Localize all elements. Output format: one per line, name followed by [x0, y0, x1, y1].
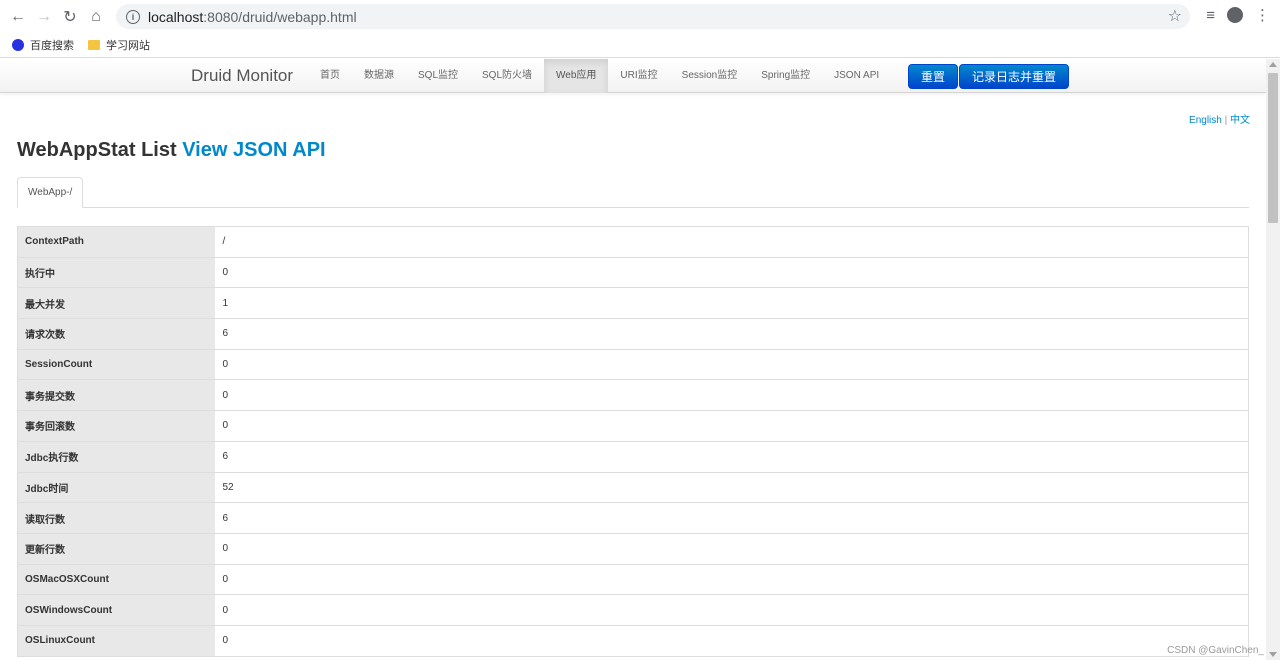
- lang-english-link[interactable]: English: [1189, 115, 1222, 126]
- nav-item[interactable]: Spring监控: [749, 59, 822, 93]
- nav-item[interactable]: Session监控: [670, 59, 750, 93]
- view-json-api-link[interactable]: View JSON API: [182, 139, 325, 161]
- stat-key: 更新行数: [17, 532, 215, 565]
- stat-value: 6: [214, 440, 1249, 472]
- nav-item[interactable]: Web应用: [544, 59, 609, 93]
- site-info-icon[interactable]: i: [126, 9, 140, 24]
- stat-key: OSMacOSXCount: [17, 563, 215, 595]
- tab-webapp-root[interactable]: WebApp-/: [17, 177, 84, 208]
- bookmark-star-icon[interactable]: ☆: [1168, 6, 1182, 26]
- stat-key: OSWindowsCount: [17, 594, 215, 626]
- stat-key: 事务提交数: [17, 379, 215, 411]
- nav-item[interactable]: 首页: [308, 59, 352, 93]
- folder-icon: [88, 40, 100, 50]
- home-icon[interactable]: ⌂: [83, 4, 109, 30]
- table-row: 事务回滚数 0: [17, 410, 1249, 442]
- scroll-thumb[interactable]: [1268, 73, 1278, 223]
- table-row: 执行中 0: [17, 256, 1249, 288]
- table-row: 读取行数 6: [17, 502, 1249, 534]
- forward-arrow-icon[interactable]: →: [31, 4, 57, 30]
- language-switcher: English | 中文: [1189, 111, 1250, 126]
- stat-key: OSLinuxCount: [17, 624, 215, 657]
- stat-key: 请求次数: [17, 318, 215, 350]
- table-row: OSMacOSXCount 0: [17, 563, 1249, 595]
- stat-key: SessionCount: [17, 348, 215, 380]
- webapp-stat-table: ContextPath / 执行中 0 最大并发 1 请求次数 6 SessionCount 0 事…: [17, 226, 1249, 657]
- stat-value: 52: [214, 471, 1249, 503]
- stat-key: Jdbc时间: [17, 471, 215, 503]
- log-and-reset-button[interactable]: 记录日志并重置: [959, 64, 1070, 89]
- stat-value: 0: [214, 256, 1249, 288]
- bookmarks-bar: 百度搜索 学习网站: [0, 33, 1280, 58]
- bookmark-study[interactable]: 学习网站: [88, 37, 150, 53]
- lang-chinese-link[interactable]: 中文: [1230, 115, 1250, 126]
- lang-separator: |: [1221, 115, 1230, 126]
- reading-list-icon[interactable]: ≡: [1206, 7, 1215, 24]
- table-row: 更新行数 0: [17, 532, 1249, 565]
- stat-value: 0: [214, 410, 1249, 442]
- nav-item[interactable]: JSON API: [822, 59, 891, 93]
- scroll-up-arrow-icon[interactable]: [1269, 62, 1277, 67]
- stat-value: 0: [214, 563, 1249, 595]
- table-row: Jdbc执行数 6: [17, 440, 1249, 472]
- watermark: CSDN @GavinChen_: [1167, 645, 1264, 656]
- nav-item[interactable]: 数据源: [352, 59, 406, 93]
- page-scrollbar[interactable]: [1266, 59, 1280, 660]
- profile-avatar-icon[interactable]: [1227, 7, 1243, 23]
- scroll-down-arrow-icon[interactable]: [1269, 652, 1277, 657]
- table-row: ContextPath /: [17, 226, 1249, 258]
- stat-value: 1: [214, 287, 1249, 319]
- stat-key: 最大并发: [17, 287, 215, 319]
- browser-toolbar: ← → ↻ ⌂ i localhost:8080/druid/webapp.ht…: [0, 0, 1280, 33]
- stat-value: 6: [214, 502, 1249, 534]
- bookmark-baidu[interactable]: 百度搜索: [12, 37, 74, 53]
- reload-icon[interactable]: ↻: [57, 4, 83, 30]
- stat-value: 0: [214, 624, 1249, 657]
- page-viewport: Druid Monitor 首页 数据源 SQL监控 SQL防火墙 Web应用 URI监控…: [0, 59, 1266, 660]
- table-row: 事务提交数 0: [17, 379, 1249, 411]
- stat-key: 读取行数: [17, 502, 215, 534]
- stat-value: 6: [214, 318, 1249, 350]
- druid-navbar: Druid Monitor 首页 数据源 SQL监控 SQL防火墙 Web应用 URI监控…: [0, 59, 1266, 93]
- table-row: 请求次数 6: [17, 318, 1249, 350]
- reset-button[interactable]: 重置: [908, 64, 959, 89]
- table-row: OSLinuxCount 0: [17, 624, 1249, 657]
- stat-value: 0: [214, 594, 1249, 626]
- nav-menu: 首页 数据源 SQL监控 SQL防火墙 Web应用 URI监控 Session监控 Sprin…: [308, 59, 891, 93]
- address-bar[interactable]: i localhost:8080/druid/webapp.html ☆: [116, 4, 1190, 29]
- menu-kebab-icon[interactable]: ⋮: [1255, 6, 1270, 24]
- stat-key: ContextPath: [17, 226, 215, 258]
- url-text: localhost:8080/druid/webapp.html: [148, 8, 357, 25]
- table-row: Jdbc时间 52: [17, 471, 1249, 503]
- brand-title[interactable]: Druid Monitor: [191, 66, 293, 86]
- stat-value: 0: [214, 532, 1249, 565]
- baidu-paw-icon: [12, 39, 24, 51]
- stat-key: 执行中: [17, 256, 215, 288]
- nav-item[interactable]: URI监控: [608, 59, 669, 93]
- webapp-tabs: WebApp-/: [17, 177, 1249, 208]
- bookmark-label: 百度搜索: [30, 40, 74, 52]
- stat-value: 0: [214, 379, 1249, 411]
- stat-key: Jdbc执行数: [17, 440, 215, 472]
- nav-item[interactable]: SQL防火墙: [470, 59, 544, 93]
- stat-key: 事务回滚数: [17, 410, 215, 442]
- table-row: 最大并发 1: [17, 287, 1249, 319]
- table-row: OSWindowsCount 0: [17, 594, 1249, 626]
- nav-item[interactable]: SQL监控: [406, 59, 470, 93]
- bookmark-label: 学习网站: [106, 40, 150, 52]
- stat-value: /: [214, 226, 1249, 258]
- stat-value: 0: [214, 348, 1249, 380]
- table-row: SessionCount 0: [17, 348, 1249, 380]
- page-title-text: WebAppStat List: [17, 139, 177, 161]
- page-title: WebAppStat List View JSON API: [17, 139, 326, 162]
- back-arrow-icon[interactable]: ←: [5, 4, 31, 30]
